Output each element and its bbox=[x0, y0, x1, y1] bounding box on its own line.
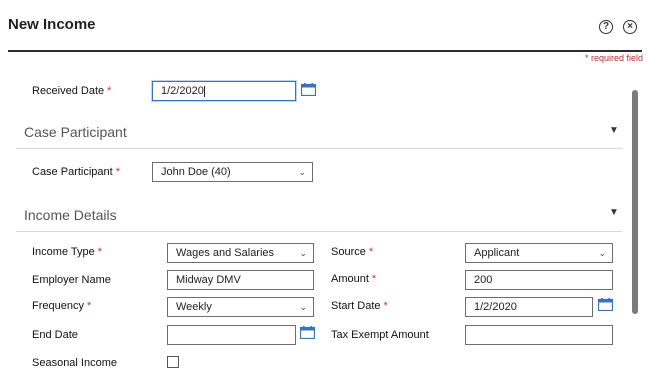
income-details-collapse-icon[interactable]: ▼ bbox=[609, 207, 619, 218]
case-participant-collapse-icon[interactable]: ▼ bbox=[609, 125, 619, 136]
calendar-icon[interactable] bbox=[300, 326, 315, 339]
section-divider bbox=[16, 148, 622, 149]
chevron-down-icon: ⌄ bbox=[298, 167, 306, 177]
received-date-label: Received Date * bbox=[32, 85, 112, 97]
chevron-down-icon: ⌄ bbox=[598, 248, 606, 258]
source-select[interactable]: Applicant ⌄ bbox=[465, 243, 613, 263]
employer-name-input[interactable]: Midway DMV bbox=[167, 270, 314, 290]
received-date-input[interactable]: 1/2/2020 bbox=[152, 81, 296, 101]
seasonal-income-label: Seasonal Income bbox=[32, 357, 117, 369]
case-participant-section-title[interactable]: Case Participant bbox=[24, 124, 127, 140]
header-divider bbox=[8, 50, 642, 52]
frequency-select[interactable]: Weekly ⌄ bbox=[167, 297, 314, 317]
start-date-label: Start Date * bbox=[331, 300, 388, 312]
tax-exempt-amount-label: Tax Exempt Amount bbox=[331, 329, 429, 341]
source-label: Source * bbox=[331, 246, 374, 258]
income-details-section-title[interactable]: Income Details bbox=[24, 207, 117, 223]
chevron-down-icon: ⌄ bbox=[299, 248, 307, 258]
frequency-label: Frequency * bbox=[32, 300, 92, 312]
section-divider bbox=[16, 231, 622, 232]
chevron-down-icon: ⌄ bbox=[299, 302, 307, 312]
end-date-input[interactable] bbox=[167, 325, 296, 345]
amount-label: Amount * bbox=[331, 273, 377, 285]
employer-name-label: Employer Name bbox=[32, 274, 111, 286]
income-type-select[interactable]: Wages and Salaries ⌄ bbox=[167, 243, 314, 263]
help-icon[interactable]: ? bbox=[599, 20, 613, 34]
dialog-title: New Income bbox=[8, 16, 96, 33]
seasonal-income-checkbox[interactable] bbox=[167, 356, 179, 368]
start-date-input[interactable]: 1/2/2020 bbox=[465, 297, 593, 317]
case-participant-label: Case Participant * bbox=[32, 166, 120, 178]
case-participant-select[interactable]: John Doe (40) ⌄ bbox=[152, 162, 313, 182]
tax-exempt-amount-input[interactable] bbox=[465, 325, 613, 345]
end-date-label: End Date bbox=[32, 329, 78, 341]
scrollbar-thumb[interactable] bbox=[632, 90, 638, 314]
calendar-icon[interactable] bbox=[301, 83, 316, 96]
amount-input[interactable]: 200 bbox=[465, 270, 613, 290]
calendar-icon[interactable] bbox=[598, 298, 613, 311]
close-icon[interactable]: × bbox=[623, 20, 637, 34]
required-field-note: * required field bbox=[584, 53, 643, 63]
income-type-label: Income Type * bbox=[32, 246, 103, 258]
